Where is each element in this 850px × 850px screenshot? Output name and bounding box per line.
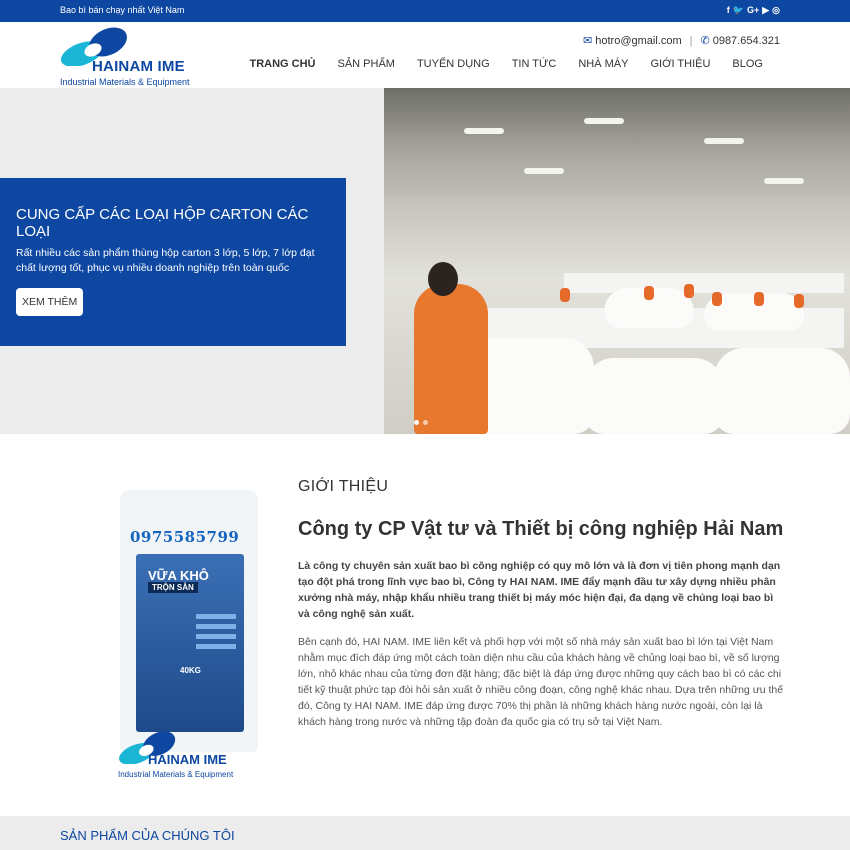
main-nav: Trang chủ Sản phẩm Tuyển dụng Tin tức Nh… bbox=[238, 58, 774, 70]
products-section: SẢN PHẨM CỦA CHÚNG TÔI bbox=[0, 816, 850, 850]
image-logo-subtitle: Industrial Materials & Equipment bbox=[118, 770, 234, 779]
facebook-icon[interactable]: f bbox=[727, 4, 730, 16]
about-body: Bên cạnh đó, HAI NAM. IME liên kết và ph… bbox=[298, 636, 784, 728]
instagram-icon[interactable]: ◎ bbox=[772, 4, 780, 16]
google-plus-icon[interactable]: G+ bbox=[747, 4, 759, 16]
about-lead: Là công ty chuyên sản xuất bao bì công n… bbox=[298, 560, 781, 620]
product-image: 0975585799 VỮA KHÔ TRỘN SẴN 40KG HAINAM … bbox=[100, 478, 270, 798]
hero-slider: CUNG CẤP CÁC LOẠI HỘP CARTON CÁC LOẠI Rấ… bbox=[0, 88, 850, 434]
header-contact: ✉ hotro@gmail.com | ✆ 0987.654.321 bbox=[583, 34, 780, 48]
about-section: GIỚI THIỆU Công ty CP Vật tư và Thiết bị… bbox=[298, 478, 784, 730]
nav-item-about[interactable]: Giới thiệu bbox=[639, 58, 721, 70]
bag-product-name: VỮA KHÔ bbox=[148, 568, 209, 583]
about-heading: Công ty CP Vật tư và Thiết bị công nghiệ… bbox=[298, 518, 784, 540]
hero-caption: CUNG CẤP CÁC LOẠI HỘP CARTON CÁC LOẠI Rấ… bbox=[0, 178, 346, 346]
top-bar: Bao bì bán chạy nhất Việt Nam f 🐦 G+ ▶ ◎ bbox=[0, 0, 850, 22]
envelope-icon: ✉ bbox=[583, 35, 593, 47]
slider-dot[interactable] bbox=[414, 420, 419, 425]
image-logo-brand: HAINAM IME bbox=[148, 752, 227, 767]
nav-item-news[interactable]: Tin tức bbox=[501, 58, 568, 70]
hero-read-more-button[interactable]: XEM THÊM bbox=[16, 288, 84, 316]
products-title: SẢN PHẨM CỦA CHÚNG TÔI bbox=[60, 828, 235, 843]
email-text: hotro@gmail.com bbox=[595, 35, 682, 47]
nav-item-careers[interactable]: Tuyển dụng bbox=[406, 58, 501, 70]
slider-dot[interactable] bbox=[423, 420, 428, 425]
cement-bag-image: 0975585799 VỮA KHÔ TRỘN SẴN 40KG bbox=[120, 490, 258, 752]
about-kicker: GIỚI THIỆU bbox=[298, 478, 389, 495]
bag-weight: 40KG bbox=[180, 666, 201, 675]
logo-brand: HAINAM IME bbox=[92, 58, 185, 75]
phone-icon: ✆ bbox=[700, 35, 710, 47]
hero-description: Rất nhiều các sản phẩm thùng hộp carton … bbox=[16, 247, 315, 274]
youtube-icon[interactable]: ▶ bbox=[762, 4, 769, 16]
logo-subtitle: Industrial Materials & Equipment bbox=[60, 77, 190, 87]
hero-title: CUNG CẤP CÁC LOẠI HỘP CARTON CÁC LOẠI bbox=[16, 206, 309, 240]
nav-item-home[interactable]: Trang chủ bbox=[238, 58, 326, 70]
top-tagline: Bao bì bán chạy nhất Việt Nam bbox=[60, 5, 185, 15]
email-contact[interactable]: ✉ hotro@gmail.com bbox=[583, 34, 682, 47]
slider-dots bbox=[414, 420, 428, 425]
phone-contact[interactable]: ✆ 0987.654.321 bbox=[700, 34, 780, 47]
nav-item-products[interactable]: Sản phẩm bbox=[326, 58, 405, 70]
bag-product-sub: TRỘN SẴN bbox=[148, 582, 198, 593]
phone-text: 0987.654.321 bbox=[712, 35, 780, 47]
site-header: HAINAM IME Industrial Materials & Equipm… bbox=[0, 22, 850, 88]
nav-item-factory[interactable]: Nhà máy bbox=[567, 58, 639, 70]
nav-item-blog[interactable]: Blog bbox=[721, 58, 774, 70]
contact-divider: | bbox=[689, 34, 693, 47]
social-links: f 🐦 G+ ▶ ◎ bbox=[727, 4, 780, 16]
bag-phone: 0975585799 bbox=[130, 528, 240, 546]
site-logo[interactable]: HAINAM IME Industrial Materials & Equipm… bbox=[60, 26, 210, 87]
factory-photo bbox=[384, 88, 850, 434]
twitter-icon[interactable]: 🐦 bbox=[733, 4, 744, 16]
